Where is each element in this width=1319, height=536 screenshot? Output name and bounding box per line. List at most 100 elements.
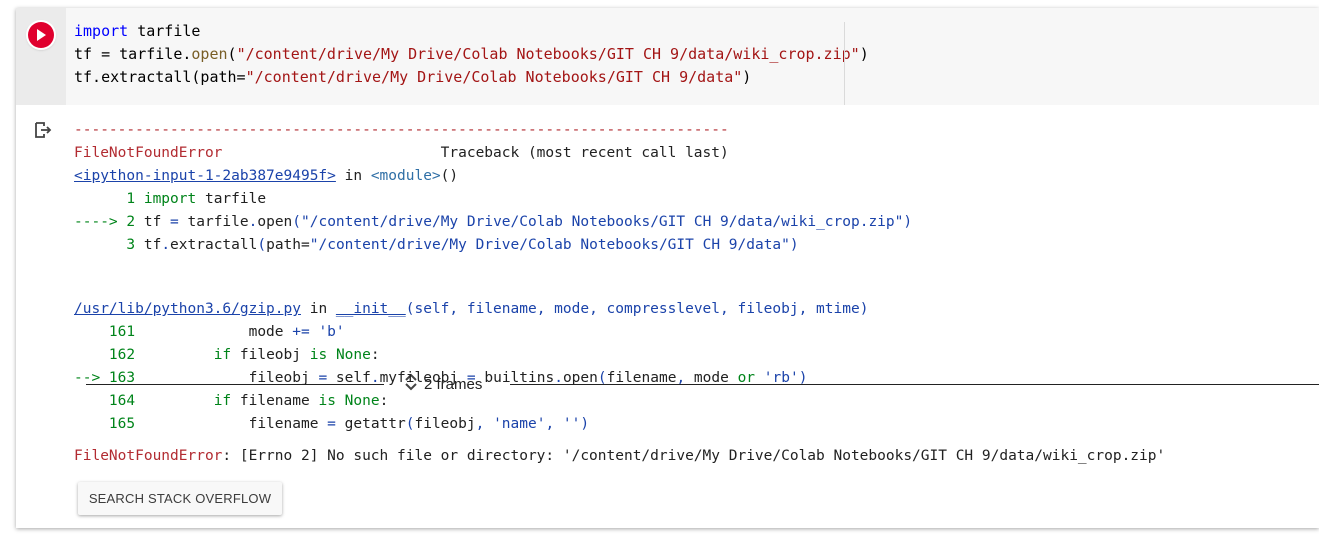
- code-token: +=: [292, 324, 310, 340]
- code-line: 162 if fileobj is None:: [74, 345, 868, 368]
- code-token: getattr: [335, 416, 406, 432]
- code-token: None: [344, 393, 380, 409]
- code-token: 3: [74, 237, 144, 253]
- code-token: :: [370, 347, 380, 363]
- code-token: open: [257, 214, 293, 230]
- code-token: (: [597, 370, 607, 386]
- code-token: Traceback (most recent call last): [222, 145, 729, 161]
- cell-gutter: [16, 8, 66, 105]
- code-token: =: [170, 214, 179, 230]
- code-token: .: [370, 370, 380, 386]
- code-token: (self, filename, mode, compresslevel, fi…: [405, 301, 869, 317]
- cell-output: ----------------------------------------…: [16, 105, 1319, 528]
- code-token: builtins: [475, 370, 555, 386]
- run-cell-button[interactable]: [28, 22, 54, 48]
- code-token: 164: [74, 393, 144, 409]
- code-token: filename: [231, 393, 319, 409]
- code-token: tf: [143, 237, 162, 253]
- code-token: self: [327, 370, 371, 386]
- code-token: ----> 2: [74, 214, 144, 230]
- code-token: tf = tarfile.: [74, 45, 192, 63]
- code-token: fileobj: [143, 370, 319, 386]
- code-token: ): [580, 416, 590, 432]
- code-token: tf.extractall(path=: [74, 68, 246, 86]
- code-line: ----------------------------------------…: [74, 120, 912, 143]
- code-token: 'b': [318, 324, 345, 340]
- code-token: FileNotFoundError: [74, 145, 223, 161]
- code-token: extractall: [170, 237, 258, 253]
- traceback-frames: /usr/lib/python3.6/gzip.py in __init__(s…: [74, 299, 868, 437]
- search-stack-overflow-button[interactable]: SEARCH STACK OVERFLOW: [78, 482, 282, 515]
- traceback-header: ----------------------------------------…: [74, 120, 912, 258]
- code-token: if: [213, 347, 232, 363]
- code-input-area[interactable]: import tarfile tf = tarfile.open("/conten…: [16, 8, 1319, 105]
- code-line: /usr/lib/python3.6/gzip.py in __init__(s…: [74, 299, 868, 322]
- traceback-link[interactable]: __init__: [336, 301, 406, 317]
- code-token: open: [562, 370, 598, 386]
- code-token: 'name': [493, 416, 546, 432]
- code-token: 'rb': [763, 370, 799, 386]
- code-token: "/content/drive/My Drive/Colab Notebooks…: [245, 68, 743, 86]
- traceback-link[interactable]: /usr/lib/python3.6/gzip.py: [74, 301, 301, 317]
- code-token: .: [554, 370, 563, 386]
- code-token: mode: [143, 324, 293, 340]
- code-line: --> 163 fileobj = self.myfileobj = built…: [74, 368, 868, 391]
- code-token: ): [903, 214, 913, 230]
- code-line: 3 tf.extractall(path="/content/drive/My …: [74, 235, 912, 258]
- code-token: 165: [74, 416, 144, 432]
- code-token: 161: [74, 324, 144, 340]
- code-token: =: [327, 416, 336, 432]
- code-token: ): [742, 68, 752, 86]
- code-line: <ipython-input-1-2ab387e9495f> in <modul…: [74, 166, 912, 189]
- code-line: 1 import tarfile: [74, 189, 912, 212]
- code-token: if: [213, 393, 232, 409]
- code-token: (: [227, 45, 237, 63]
- code-token: is: [309, 347, 328, 363]
- output-redirect-icon[interactable]: [34, 121, 52, 139]
- code-token: "/content/drive/My Drive/Colab Notebooks…: [309, 237, 790, 253]
- code-token: ): [789, 237, 799, 253]
- code-line: ----> 2 tf = tarfile.open("/content/driv…: [74, 212, 912, 235]
- code-token: <module>: [370, 168, 441, 184]
- code-token: tarfile: [196, 191, 267, 207]
- code-token: ,: [545, 416, 555, 432]
- code-token: '': [562, 416, 581, 432]
- code-line: import tarfile: [74, 20, 844, 43]
- code-token: =: [318, 370, 328, 386]
- code-token: tf: [143, 214, 171, 230]
- code-token: filename: [606, 370, 677, 386]
- code-token: (): [440, 168, 459, 184]
- error-message: FileNotFoundError: [Errno 2] No such fil…: [74, 446, 1165, 469]
- code-token: 162: [74, 347, 144, 363]
- code-token: in: [300, 301, 336, 317]
- code-token: (: [257, 237, 267, 253]
- code-line: tf.extractall(path="/content/drive/My Dr…: [74, 66, 844, 89]
- code-token: filename: [143, 416, 328, 432]
- line-length-ruler: [844, 22, 845, 105]
- code-token: ): [798, 370, 808, 386]
- code-token: open: [191, 45, 228, 63]
- code-token: fileobj: [414, 416, 476, 432]
- code-line: tf = tarfile.open("/content/drive/My Dri…: [74, 43, 869, 66]
- code-line: 165 filename = getattr(fileobj, 'name', …: [74, 414, 868, 437]
- code-token: :: [379, 393, 389, 409]
- traceback-link[interactable]: <ipython-input-1-2ab387e9495f>: [74, 168, 336, 184]
- code-token: myfileobj: [379, 370, 467, 386]
- code-token: 1: [74, 191, 144, 207]
- code-token: ----------------------------------------…: [74, 122, 729, 138]
- code-token: tarfile: [178, 214, 249, 230]
- code-token: or: [737, 370, 756, 386]
- code-token: (: [292, 214, 302, 230]
- code-token: fileobj: [231, 347, 310, 363]
- code-token: mode: [685, 370, 738, 386]
- code-editor[interactable]: import tarfile tf = tarfile.open("/conten…: [74, 20, 869, 89]
- code-token: =: [466, 370, 476, 386]
- code-token: import: [143, 191, 197, 207]
- code-token: ,: [676, 370, 686, 386]
